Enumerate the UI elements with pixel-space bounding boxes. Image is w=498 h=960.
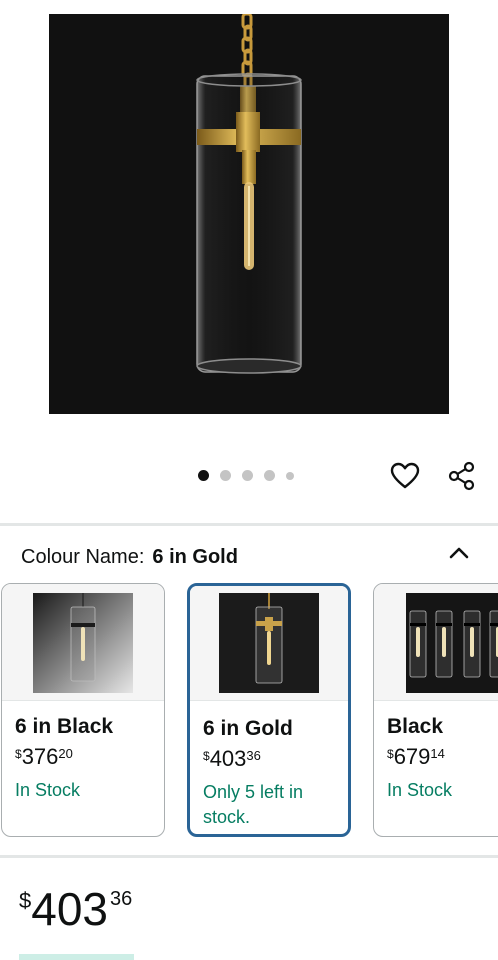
- colour-option-card[interactable]: Black $67914 In Stock: [373, 583, 498, 837]
- currency-symbol: $: [15, 747, 22, 761]
- gold-lamp-thumbnail: [219, 593, 319, 693]
- deal-badge: [19, 954, 134, 960]
- black-multi-lamp-thumbnail: [406, 593, 498, 693]
- share-button[interactable]: [444, 458, 480, 494]
- colour-option-name: Black: [387, 715, 444, 738]
- carousel-dot[interactable]: [264, 470, 275, 481]
- currency-symbol: $: [19, 888, 32, 913]
- carousel-dot[interactable]: [242, 470, 253, 481]
- carousel-dot[interactable]: [198, 470, 209, 481]
- price-cents: 36: [110, 888, 133, 910]
- colour-name-value: 6 in Gold: [152, 546, 238, 568]
- colour-option-card[interactable]: 6 in Black $37620 In Stock: [1, 583, 165, 837]
- section-divider: [0, 855, 498, 858]
- heart-icon: [390, 462, 420, 489]
- currency-symbol: $: [387, 747, 394, 761]
- price-whole: 403: [209, 746, 247, 771]
- colour-option-image: [374, 584, 498, 701]
- colour-option-price: $37620: [15, 744, 73, 770]
- price-whole: 679: [393, 744, 431, 769]
- product-price: $403 36: [19, 882, 132, 936]
- price-cents: 36: [246, 748, 261, 763]
- image-carousel-dots[interactable]: [198, 470, 305, 481]
- price-whole: 376: [21, 744, 59, 769]
- chevron-up-icon: [449, 547, 469, 559]
- stock-status: Only 5 left in stock.: [203, 782, 304, 827]
- pendant-lamp-illustration: [196, 14, 302, 374]
- price-cents: 20: [58, 746, 73, 761]
- colour-option-price: $67914: [387, 744, 445, 770]
- price-whole: 403: [31, 883, 108, 935]
- product-image[interactable]: [49, 14, 449, 414]
- black-lamp-thumbnail: [33, 593, 133, 693]
- colour-toggle-button[interactable]: [447, 542, 471, 562]
- colour-option-name: 6 in Black: [15, 715, 114, 738]
- colour-option-image: [2, 584, 164, 701]
- price-cents: 14: [430, 746, 445, 761]
- colour-option-image: [190, 586, 348, 701]
- colour-option-card-selected[interactable]: 6 in Gold $40336 Only 5 left in stock.: [187, 583, 351, 837]
- currency-symbol: $: [203, 749, 210, 763]
- carousel-dot[interactable]: [286, 471, 294, 480]
- colour-option-name: 6 in Gold: [203, 717, 293, 740]
- share-icon: [448, 461, 475, 491]
- stock-status: In Stock: [387, 780, 453, 800]
- stock-status: In Stock: [15, 780, 81, 800]
- carousel-dot[interactable]: [220, 470, 231, 481]
- section-divider: [0, 523, 498, 526]
- colour-name-label: Colour Name:: [21, 546, 145, 568]
- colour-name-row: Colour Name: 6 in Gold: [21, 546, 238, 569]
- colour-option-price: $40336: [203, 746, 261, 772]
- wishlist-button[interactable]: [387, 458, 423, 494]
